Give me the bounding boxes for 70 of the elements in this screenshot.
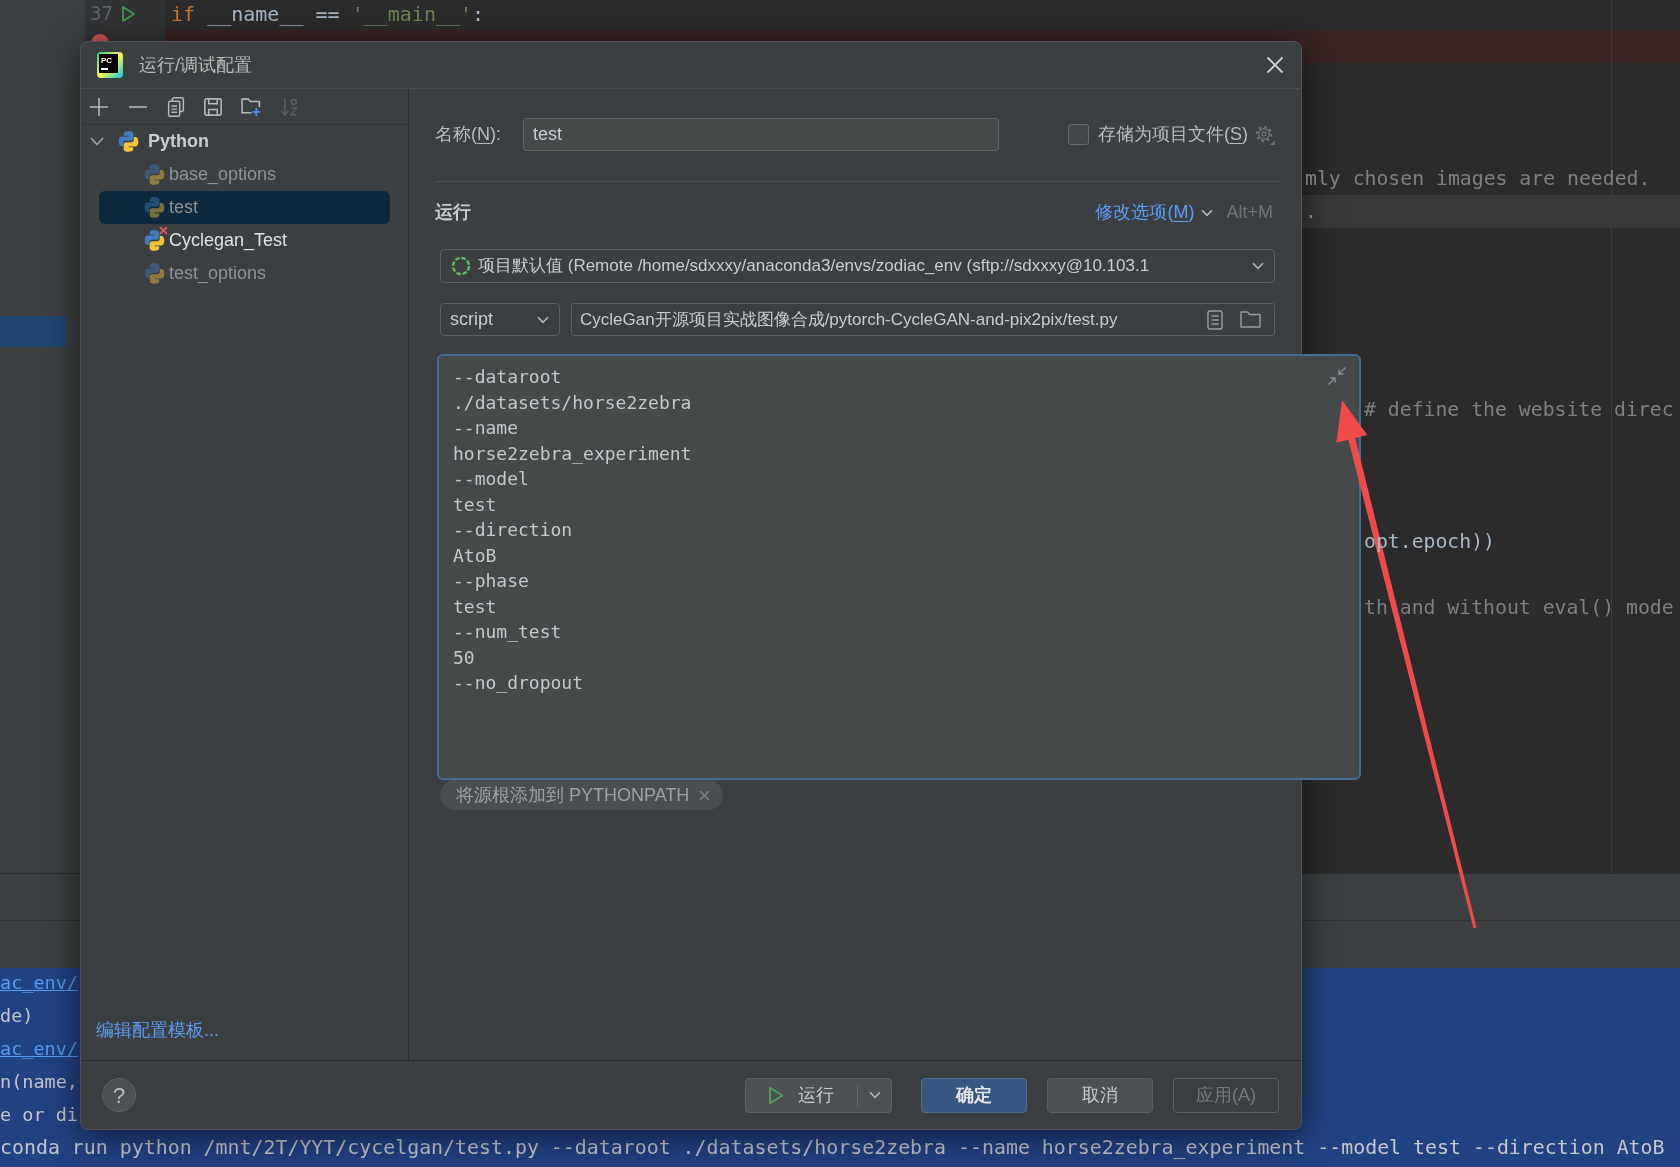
- dialog-title: 运行/调试配置: [139, 53, 252, 77]
- console-command: conda run python /mnt/2T/YYT/cycelgan/test.py --dataroot ./datasets/horse2zebra --name horse2zebra_experiment --model test --direction AtoB: [0, 1134, 1665, 1161]
- breakpoint-icon[interactable]: [91, 34, 109, 41]
- edit-templates-link[interactable]: 编辑配置模板...: [96, 1017, 219, 1044]
- console-text: e or di: [0, 1102, 78, 1127]
- remove-icon[interactable]: [128, 105, 148, 108]
- selected-row-highlight: [0, 316, 66, 347]
- console-text: n(name,: [0, 1069, 78, 1094]
- code-line: if __name__ == '__main__':: [170, 0, 485, 28]
- chevron-down-icon: [1201, 208, 1214, 217]
- spinner-icon: [451, 256, 471, 276]
- app-logo: PC: [97, 52, 123, 78]
- tree-item[interactable]: Python: [90, 125, 390, 158]
- parameter-line: --num_test: [453, 620, 562, 644]
- interpreter-dropdown[interactable]: 项目默认值 (Remote /home/sdxxxy/anaconda3/envs/zodiac_env (sftp://sdxxxy@10.103.1: [440, 249, 1275, 283]
- dialog-button[interactable]: 取消: [1047, 1077, 1153, 1113]
- copy-icon[interactable]: [167, 96, 185, 117]
- parameters-field[interactable]: --dataroot ./datasets/horse2zebra --name horse2zebra_experiment --model test --direction AtoB --phase test --num_test 50 --no_dropout: [437, 354, 1361, 780]
- python-icon: [118, 131, 139, 152]
- chip-label: 将源根添加到 PYTHONPATH: [456, 783, 690, 807]
- shortcut-hint: Alt+M: [1226, 201, 1273, 224]
- parameter-line: AtoB: [453, 543, 497, 568]
- parameter-line: ./datasets/horse2zebra: [453, 390, 692, 415]
- dialog-button[interactable]: 确定: [921, 1077, 1027, 1113]
- console-text: de): [0, 1003, 34, 1028]
- tree-item[interactable]: test_options: [99, 257, 390, 290]
- code-fragment: mly chosen images are needed.: [1305, 165, 1651, 192]
- parameter-line: test: [453, 492, 497, 517]
- parameter-line: horse2zebra_experiment: [453, 441, 692, 466]
- checkbox-label: 存储为项目文件(S): [1098, 123, 1248, 146]
- console-link[interactable]: ac_env/: [0, 968, 78, 997]
- script-path-field[interactable]: CycleGan开源项目实战图像合成/pytorch-CycleGAN-and-pix2pix/test.py: [571, 303, 1275, 336]
- document-icon[interactable]: [1207, 309, 1223, 330]
- run-icon[interactable]: [120, 4, 136, 23]
- parameter-line: --no_dropout: [453, 671, 584, 695]
- run-button[interactable]: 运行: [746, 1078, 857, 1112]
- add-icon[interactable]: [89, 96, 109, 117]
- save-icon[interactable]: [204, 97, 222, 116]
- parameter-line: 50: [453, 645, 475, 670]
- gear-icon[interactable]: [1255, 124, 1275, 145]
- new-folder-icon[interactable]: [241, 96, 261, 117]
- chevron-down-icon[interactable]: [90, 137, 104, 146]
- chevron-down-icon[interactable]: [868, 1091, 881, 1099]
- collapse-icon[interactable]: [1327, 366, 1347, 386]
- help-button[interactable]: ?: [102, 1078, 136, 1112]
- option-chip[interactable]: 将源根添加到 PYTHONPATH: [440, 780, 724, 810]
- modify-options-link[interactable]: 修改选项(M): [1095, 199, 1195, 226]
- play-icon: [768, 1085, 784, 1105]
- parameter-line: --phase: [453, 569, 529, 593]
- section-title: 运行: [435, 201, 471, 224]
- parameter-line: --model: [453, 467, 529, 491]
- code-fragment: # define the website direc: [1364, 396, 1674, 423]
- parameter-line: --direction: [453, 518, 573, 542]
- name-field[interactable]: test: [523, 118, 999, 151]
- code-fragment: th and without eval() mode: [1364, 594, 1674, 621]
- tree-item[interactable]: test: [99, 191, 390, 224]
- chevron-down-icon: [537, 315, 549, 324]
- parameter-line: test: [453, 594, 497, 619]
- checkbox[interactable]: [1068, 124, 1089, 145]
- tree-item[interactable]: base_options: [99, 158, 390, 191]
- folder-icon[interactable]: [1240, 311, 1261, 328]
- console-link[interactable]: ac_env/: [0, 1034, 78, 1063]
- code-fragment: .: [1305, 198, 1317, 225]
- parameter-line: --name: [453, 416, 519, 440]
- name-label: 名称(N):: [435, 123, 501, 146]
- tree-item[interactable]: Cyclegan_Test: [99, 224, 390, 257]
- chevron-down-icon: [1252, 262, 1264, 270]
- parameter-line: --dataroot: [453, 365, 562, 389]
- target-type-dropdown[interactable]: script: [440, 303, 560, 336]
- run-split-button[interactable]: 运行: [745, 1077, 892, 1113]
